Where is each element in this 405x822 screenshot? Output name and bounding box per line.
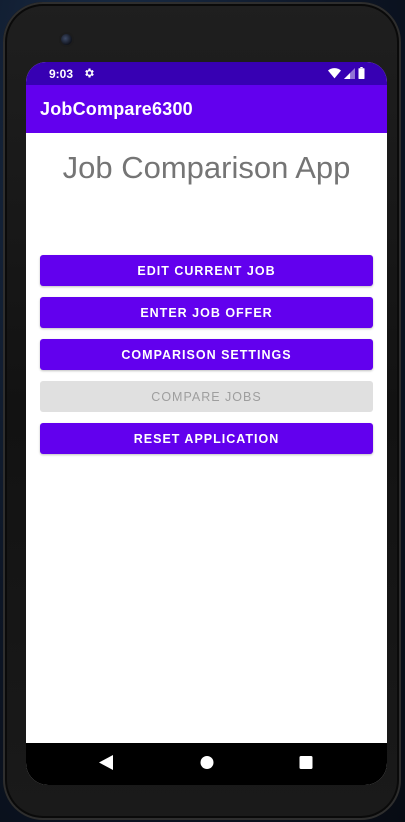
main-content: Job Comparison App EDIT CURRENT JOB ENTE… xyxy=(26,133,387,743)
reset-application-button[interactable]: RESET APPLICATION xyxy=(40,423,373,454)
app-bar: JobCompare6300 xyxy=(26,85,387,133)
back-icon[interactable] xyxy=(99,755,113,770)
comparison-settings-button[interactable]: COMPARISON SETTINGS xyxy=(40,339,373,370)
front-camera xyxy=(61,34,72,45)
navigation-bar xyxy=(26,743,387,785)
device-screen: 9:03 JobCompare6300 Job Comparison App E… xyxy=(26,62,387,785)
status-icons xyxy=(328,67,365,79)
enter-job-offer-button[interactable]: ENTER JOB OFFER xyxy=(40,297,373,328)
wifi-icon xyxy=(328,67,341,78)
battery-icon xyxy=(358,67,365,79)
app-title: JobCompare6300 xyxy=(40,99,193,119)
status-time: 9:03 xyxy=(49,67,74,81)
phone-frame: 9:03 JobCompare6300 Job Comparison App E… xyxy=(3,2,401,820)
edit-current-job-button[interactable]: EDIT CURRENT JOB xyxy=(40,255,373,286)
compare-jobs-button: COMPARE JOBS xyxy=(40,381,373,412)
home-icon[interactable] xyxy=(200,755,214,770)
page-title: Job Comparison App xyxy=(62,150,351,185)
signal-icon xyxy=(344,67,355,79)
status-bar: 9:03 xyxy=(26,62,387,85)
gear-icon xyxy=(85,68,94,78)
recents-icon[interactable] xyxy=(299,755,313,770)
